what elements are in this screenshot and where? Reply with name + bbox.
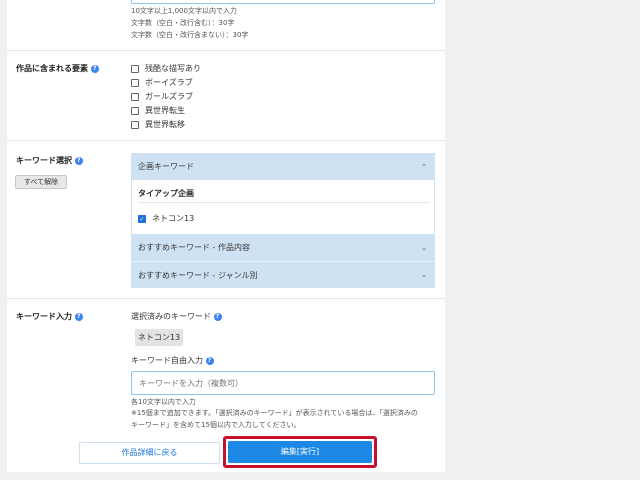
content-keyword-label: おすすめキーワード - 作品内容 xyxy=(138,243,250,252)
checkbox-netcon13[interactable]: ✓ xyxy=(138,214,146,223)
form-card: 10文字以上1,000文字以内で入力 文字数（空白・改行含む）：30字 文字数（… xyxy=(7,0,445,472)
help-icon[interactable]: ? xyxy=(213,312,222,321)
divider xyxy=(138,202,430,203)
help-icon[interactable]: ? xyxy=(74,312,83,321)
divider xyxy=(7,298,445,299)
project-keyword-header[interactable]: 企画キーワード ⌃ xyxy=(131,153,435,180)
checkbox-isekai-transfer[interactable] xyxy=(131,120,139,129)
project-keyword-label: 企画キーワード xyxy=(138,162,194,171)
char-range-note: 10文字以上1,000文字以内で入力 xyxy=(131,7,237,15)
free-keyword-input[interactable] xyxy=(131,371,435,395)
selected-keyword-tag[interactable]: ネトコン13 xyxy=(135,329,183,346)
keyword-limit-note-cont: キーワード」を含めて15個以内で入力してください。 xyxy=(131,421,301,429)
checkbox-cruelty[interactable] xyxy=(131,64,139,73)
keyword-input-heading: キーワード入力 ? xyxy=(16,311,83,322)
divider xyxy=(7,140,445,141)
option-cruelty[interactable]: 残酷な描写あり xyxy=(131,63,201,74)
checkbox-isekai-reincarnation[interactable] xyxy=(131,106,139,115)
project-keyword-panel: タイアップ企画 ✓ ネトコン13 xyxy=(131,180,435,234)
selected-keywords-heading: 選択済みのキーワード ? xyxy=(131,311,222,322)
genre-keyword-header[interactable]: おすすめキーワード - ジャンル別 ⌄ xyxy=(131,261,435,288)
chevron-up-icon: ⌃ xyxy=(421,162,427,171)
option-boys-love[interactable]: ボーイズラブ xyxy=(131,77,193,88)
option-isekai-reincarnation[interactable]: 異世界転生 xyxy=(131,105,185,116)
chevron-down-icon: ⌄ xyxy=(421,271,427,279)
chevron-down-icon: ⌄ xyxy=(421,243,427,252)
option-label: ガールズラブ xyxy=(145,92,193,101)
free-keyword-heading: キーワード自由入力 ? xyxy=(131,355,214,366)
char-count-with-space: 文字数（空白・改行含む）：30字 xyxy=(131,19,235,27)
submit-highlight: 編集[実行] xyxy=(223,436,377,468)
genre-keyword-label: おすすめキーワード - ジャンル別 xyxy=(138,270,258,280)
submit-edit-button[interactable]: 編集[実行] xyxy=(228,441,372,463)
divider xyxy=(7,50,445,51)
keyword-length-note: 各10文字以内で入力 xyxy=(131,398,196,406)
option-label: 異世界転移 xyxy=(145,120,185,129)
option-label: 異世界転生 xyxy=(145,106,185,115)
keyword-select-heading: キーワード選択 ? xyxy=(16,155,83,166)
checkbox-girls-love[interactable] xyxy=(131,92,139,101)
keyword-limit-note: ※15個まで追加できます。「選択済みのキーワード」が表示されている場合は、「選択… xyxy=(131,409,418,417)
option-label: ボーイズラブ xyxy=(145,78,193,87)
keyword-input-label: キーワード入力 xyxy=(16,312,72,321)
char-count-without-space: 文字数（空白・改行含まない）：30字 xyxy=(131,31,249,39)
free-keyword-label: キーワード自由入力 xyxy=(131,356,203,365)
selected-keywords-label: 選択済みのキーワード xyxy=(131,312,211,321)
help-icon[interactable]: ? xyxy=(90,64,99,73)
keyword-select-label: キーワード選択 xyxy=(16,156,72,165)
tieup-subheading: タイアップ企画 xyxy=(138,189,194,198)
elements-heading: 作品に含まれる要素 ? xyxy=(16,63,99,74)
checkbox-boys-love[interactable] xyxy=(131,78,139,87)
option-girls-love[interactable]: ガールズラブ xyxy=(131,91,193,102)
help-icon[interactable]: ? xyxy=(205,356,214,365)
help-icon[interactable]: ? xyxy=(74,156,83,165)
elements-label: 作品に含まれる要素 xyxy=(16,64,88,73)
content-keyword-header[interactable]: おすすめキーワード - 作品内容 ⌄ xyxy=(131,234,435,261)
clear-all-button[interactable]: すべて解除 xyxy=(15,175,67,189)
description-textarea[interactable] xyxy=(131,0,435,4)
back-to-detail-button[interactable]: 作品詳細に戻る xyxy=(79,442,220,464)
keyword-item-label: ネトコン13 xyxy=(152,214,195,223)
keyword-item-netcon13[interactable]: ✓ ネトコン13 xyxy=(138,213,194,224)
option-label: 残酷な描写あり xyxy=(145,64,201,73)
option-isekai-transfer[interactable]: 異世界転移 xyxy=(131,119,185,130)
